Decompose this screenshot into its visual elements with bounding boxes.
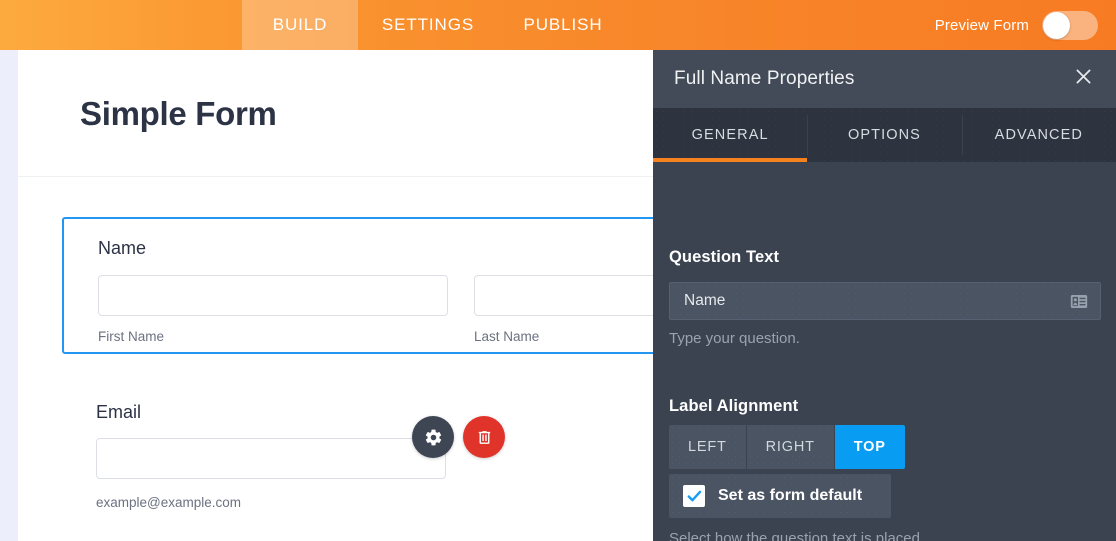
topbar-left-spacer bbox=[0, 0, 242, 50]
email-sublabel: example@example.com bbox=[96, 495, 242, 510]
field-settings-button[interactable] bbox=[412, 416, 454, 458]
email-input[interactable] bbox=[96, 438, 446, 479]
label-alignment-right-button[interactable]: RIGHT bbox=[746, 425, 835, 469]
tab-settings[interactable]: SETTINGS bbox=[358, 0, 498, 50]
question-text-value: Name bbox=[684, 292, 726, 309]
set-as-form-default-label: Set as form default bbox=[718, 487, 863, 504]
topbar-right-group: Preview Form bbox=[935, 0, 1116, 50]
panel-close-button[interactable] bbox=[1068, 64, 1098, 94]
tab-settings-label: SETTINGS bbox=[381, 15, 475, 34]
set-as-form-default-row[interactable]: Set as form default bbox=[669, 474, 891, 518]
field-label-name: Name bbox=[98, 238, 147, 258]
tab-build-label: BUILD bbox=[272, 15, 328, 34]
label-alignment-top-label: TOP bbox=[853, 439, 886, 455]
field-label-email: Email bbox=[96, 402, 142, 422]
panel-body: Question Text Name Type your question. L… bbox=[653, 162, 1116, 541]
label-alignment-top-button[interactable]: TOP bbox=[834, 425, 905, 469]
panel-tab-options[interactable]: OPTIONS bbox=[807, 108, 961, 162]
form-title: Simple Form bbox=[80, 95, 277, 132]
panel-tab-advanced-label: ADVANCED bbox=[994, 127, 1083, 143]
close-icon bbox=[1073, 66, 1094, 92]
panel-tab-general[interactable]: GENERAL bbox=[653, 108, 808, 162]
tab-publish[interactable]: PUBLISH bbox=[498, 0, 628, 50]
field-delete-button[interactable] bbox=[463, 416, 505, 458]
label-alignment-right-label: RIGHT bbox=[765, 439, 815, 455]
first-name-sublabel: First Name bbox=[98, 329, 165, 344]
question-text-section-title: Question Text bbox=[669, 248, 780, 266]
question-text-hint: Type your question. bbox=[669, 330, 800, 347]
panel-tab-bar: GENERAL OPTIONS ADVANCED bbox=[653, 108, 1116, 162]
panel-tab-general-label: GENERAL bbox=[691, 127, 769, 143]
top-navigation-bar: BUILD SETTINGS PUBLISH Preview Form bbox=[0, 0, 1116, 50]
set-as-form-default-checkbox[interactable] bbox=[683, 485, 705, 507]
preview-form-label: Preview Form bbox=[934, 16, 1029, 34]
label-alignment-button-group: LEFT RIGHT TOP bbox=[669, 425, 905, 469]
first-name-input[interactable] bbox=[98, 275, 448, 316]
tab-build[interactable]: BUILD bbox=[242, 0, 358, 50]
label-alignment-left-button[interactable]: LEFT bbox=[669, 425, 747, 469]
last-name-sublabel: Last Name bbox=[474, 329, 540, 344]
properties-panel: Full Name Properties GENERAL OPTIONS ADV… bbox=[653, 50, 1116, 541]
preview-form-toggle[interactable] bbox=[1042, 10, 1098, 40]
toggle-knob bbox=[1043, 11, 1070, 39]
panel-title: Full Name Properties bbox=[674, 68, 855, 89]
gear-icon bbox=[424, 428, 443, 447]
contact-card-icon[interactable] bbox=[1070, 294, 1088, 309]
panel-tab-options-label: OPTIONS bbox=[848, 127, 921, 143]
question-text-input[interactable]: Name bbox=[669, 282, 1101, 320]
tab-publish-label: PUBLISH bbox=[523, 15, 603, 34]
label-alignment-section-title: Label Alignment bbox=[669, 397, 799, 415]
panel-tab-advanced[interactable]: ADVANCED bbox=[961, 108, 1116, 162]
trash-icon bbox=[476, 428, 493, 447]
label-alignment-hint: Select how the question text is placed. bbox=[669, 530, 925, 541]
label-alignment-left-label: LEFT bbox=[688, 439, 727, 455]
form-builder-app: BUILD SETTINGS PUBLISH Preview Form Simp… bbox=[0, 0, 1116, 541]
panel-header: Full Name Properties bbox=[653, 50, 1116, 108]
